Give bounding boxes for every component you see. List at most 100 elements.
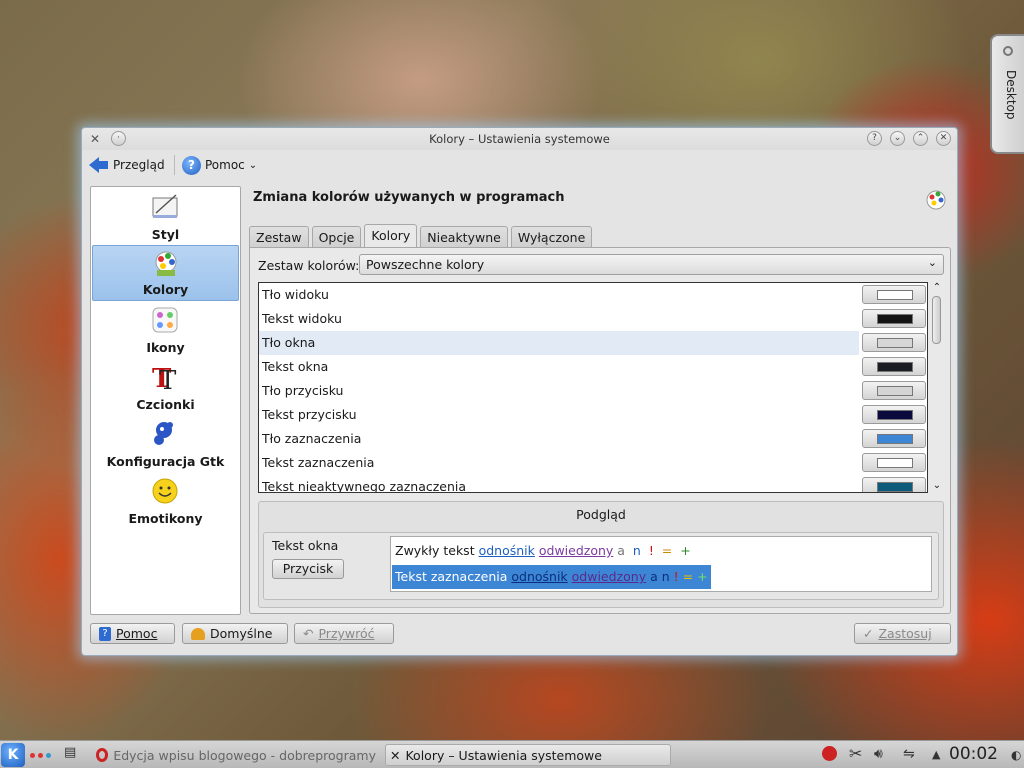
tab-scheme[interactable]: Zestaw (249, 226, 309, 248)
help-icon: ? (182, 155, 201, 175)
color-role-label: Tekst zaznaczenia (262, 455, 375, 470)
color-role-row[interactable]: Tekst nieaktywnego zaznaczenia (259, 475, 927, 492)
color-role-row[interactable]: Tło przycisku (259, 379, 927, 403)
preview-normal-text: Zwykły tekst (395, 543, 475, 558)
defaults-button[interactable]: Domyślne (182, 623, 288, 644)
preview-window-text: Tekst okna (272, 538, 339, 553)
sidebar-item-style[interactable]: Styl (92, 189, 239, 245)
color-swatch (877, 314, 913, 324)
preview-selection-active-text: n (661, 569, 670, 584)
reset-button[interactable]: ↶ Przywróć (294, 623, 394, 644)
color-role-label: Tło okna (262, 335, 316, 350)
toolbar-help-button[interactable]: ? Pomoc ⌄ (182, 154, 257, 176)
tab-colors[interactable]: Kolory (364, 224, 418, 248)
color-role-row[interactable]: Tło okna (259, 331, 859, 355)
color-swatch (877, 410, 913, 420)
sidebar-item-colors[interactable]: Kolory (92, 245, 239, 301)
clock[interactable]: 00:02 (949, 744, 998, 764)
tab-options[interactable]: Opcje (311, 226, 362, 248)
preview-active-text: n (632, 543, 641, 558)
preview-negative-text: ! (648, 543, 654, 558)
preview-button[interactable]: Przycisk (272, 559, 344, 579)
tab-disabled[interactable]: Wyłączone (510, 226, 593, 248)
apply-button[interactable]: ✓ Zastosuj (854, 623, 951, 644)
color-set-select[interactable]: Powszechne kolory ⌄ (359, 254, 944, 275)
scrollbar-thumb[interactable] (932, 296, 941, 344)
activities-icon[interactable] (30, 753, 51, 758)
color-role-row[interactable]: Tekst widoku (259, 307, 927, 331)
gtk-icon (154, 422, 173, 445)
color-swatch-button[interactable] (862, 405, 926, 424)
fonts-icon: T T (152, 364, 177, 391)
color-role-label: Tekst przycisku (262, 407, 357, 422)
panel-toolbox-icon[interactable]: ◐ (1011, 748, 1021, 762)
color-role-row[interactable]: Tekst okna (259, 355, 927, 379)
window-help-button[interactable]: ? (867, 131, 882, 146)
color-role-row[interactable]: Tło widoku (259, 283, 927, 307)
sidebar-item-label: Konfiguracja Gtk (106, 454, 225, 469)
svg-text:T: T (159, 366, 177, 391)
color-swatch (877, 338, 913, 348)
task-label: Edycja wpisu blogowego - dobreprogramy (113, 747, 376, 763)
task-blog-editor[interactable]: Edycja wpisu blogowego - dobreprogramy (92, 744, 380, 766)
sidebar-item-label: Ikony (146, 340, 185, 355)
preview-visited-link[interactable]: odwiedzony (539, 543, 613, 558)
window-maximize-button[interactable]: ⌃ (913, 131, 928, 146)
desktop-toolbox[interactable]: Desktop (990, 34, 1024, 154)
preview-selection-link[interactable]: odnośnik (511, 569, 567, 584)
help-button[interactable]: ? Pomoc (90, 623, 175, 644)
color-swatch-button[interactable] (862, 429, 926, 448)
color-role-list[interactable]: Tło widoku Tekst widoku Tło okna Tekst okna… (258, 282, 928, 493)
color-set-value: Powszechne kolory (366, 257, 485, 272)
colors-icon (155, 251, 177, 276)
color-swatch-button[interactable] (862, 309, 926, 328)
color-role-row[interactable]: Tekst zaznaczenia (259, 451, 927, 475)
chevron-down-icon: ⌄ (248, 159, 258, 171)
tray-expand-icon[interactable]: ▲ (932, 748, 940, 761)
color-role-label: Tekst okna (262, 359, 329, 374)
pager-icon[interactable]: ▤ (64, 745, 76, 760)
preview-positive-text: + (680, 543, 691, 558)
color-list-scrollbar[interactable]: ⌃ ⌄ (930, 282, 944, 493)
color-swatch-button[interactable] (862, 357, 926, 376)
tools-icon: ✕ (390, 747, 401, 763)
sidebar-item-fonts[interactable]: T T Czcionki (92, 359, 239, 415)
overview-button[interactable]: Przegląd (89, 154, 165, 176)
checkmark-icon: ✓ (863, 626, 874, 641)
sidebar-item-label: Czcionki (136, 397, 195, 412)
color-swatch-button[interactable] (862, 477, 926, 492)
color-swatch (877, 362, 913, 372)
opera-icon (96, 748, 109, 762)
task-color-settings[interactable]: ✕ Kolory – Ustawienia systemowe (385, 744, 671, 766)
scroll-up-icon[interactable]: ⌃ (930, 282, 944, 294)
preview-selection-inactive-text: a (650, 569, 658, 584)
preview-link[interactable]: odnośnik (479, 543, 535, 558)
stop-icon[interactable] (822, 746, 837, 765)
window-titlebar[interactable]: ✕ · Kolory – Ustawienia systemowe ? ⌄ ⌃ … (82, 128, 957, 150)
kde-menu-icon[interactable]: K (1, 743, 25, 767)
scroll-down-icon[interactable]: ⌄ (930, 480, 944, 492)
sidebar-item-emoticons[interactable]: Emotikony (92, 473, 239, 529)
color-swatch-button[interactable] (862, 453, 926, 472)
tab-inactive[interactable]: Nieaktywne (420, 226, 508, 248)
window-minimize-button[interactable]: ⌄ (890, 131, 905, 146)
preview-selection-visited-link[interactable]: odwiedzony (572, 569, 646, 584)
defaults-icon (191, 627, 205, 640)
color-role-row[interactable]: Tło zaznaczenia (259, 427, 927, 451)
preview-inactive-text: a (617, 543, 625, 558)
toolbar-help-label: Pomoc (205, 158, 245, 172)
color-role-row[interactable]: Tekst przycisku (259, 403, 927, 427)
category-sidebar: Styl Kolory Ikony T T Czcionki Konfigura… (90, 186, 241, 615)
sidebar-item-gtk[interactable]: Konfiguracja Gtk (92, 416, 239, 472)
color-swatch-button[interactable] (862, 333, 926, 352)
scissors-icon[interactable]: ✂ (849, 744, 862, 763)
sidebar-item-label: Emotikony (128, 511, 203, 526)
icons-icon (152, 307, 178, 333)
sidebar-item-icons[interactable]: Ikony (92, 302, 239, 358)
color-swatch-button[interactable] (862, 381, 926, 400)
color-swatch-button[interactable] (862, 285, 926, 304)
network-icon[interactable]: ⇋ (903, 746, 915, 762)
volume-icon[interactable]: 🔊︎ (874, 746, 883, 762)
toolbar-separator (174, 155, 175, 175)
window-close-button[interactable]: ✕ (936, 131, 951, 146)
